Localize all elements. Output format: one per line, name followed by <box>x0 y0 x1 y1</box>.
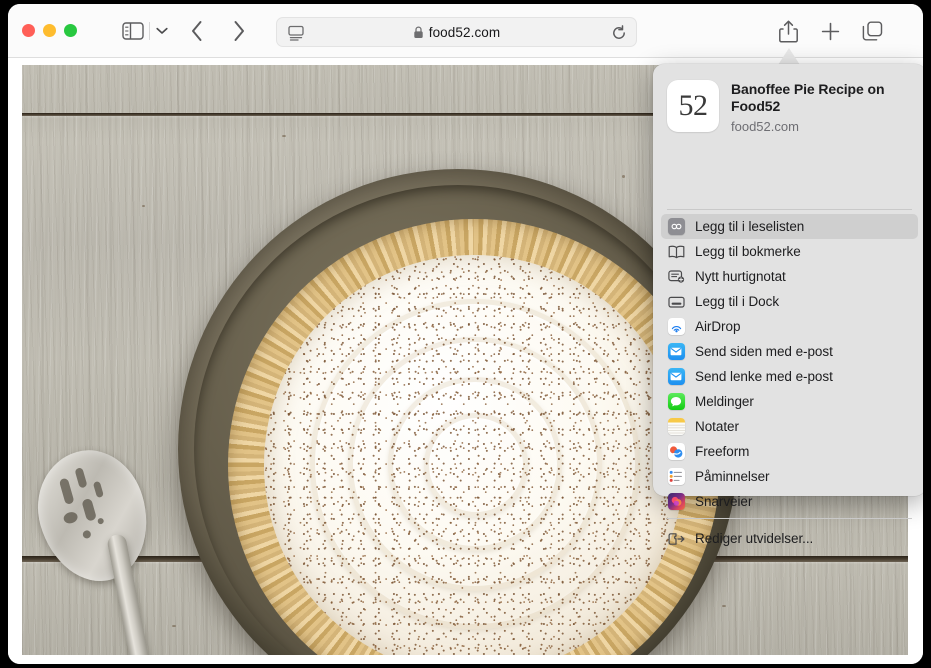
popover-separator-bottom <box>667 518 912 519</box>
lock-icon <box>414 25 423 38</box>
plus-icon <box>821 22 839 40</box>
window-traffic-lights <box>22 24 77 37</box>
share-menu-item-label: AirDrop <box>695 319 741 334</box>
share-popover-header: 52 Banoffee Pie Recipe on Food52 food52.… <box>653 64 923 148</box>
mail-icon <box>667 343 685 361</box>
share-menu-item-freeform[interactable]: Freeform <box>661 439 918 464</box>
tab-overview-button[interactable] <box>856 16 888 46</box>
forward-button[interactable] <box>224 17 254 45</box>
site-favicon: 52 <box>667 80 719 132</box>
share-menu-item-label: Send siden med e-post <box>695 344 833 359</box>
share-menu-footer: Rediger utvidelser... <box>653 526 923 551</box>
share-menu-item-reminders[interactable]: Påminnelser <box>661 464 918 489</box>
share-menu-item-label: Legg til i leselisten <box>695 219 805 234</box>
address-bar-content: food52.com <box>277 18 636 46</box>
reminders-icon <box>667 468 685 486</box>
new-tab-button[interactable] <box>814 16 846 46</box>
add-to-dock-icon <box>667 293 685 311</box>
chevron-down-icon <box>156 27 168 34</box>
share-menu-item-quick-note[interactable]: Nytt hurtignotat <box>661 264 918 289</box>
quick-note-icon <box>667 268 685 286</box>
share-popover: 52 Banoffee Pie Recipe on Food52 food52.… <box>653 64 923 546</box>
chevron-right-icon <box>234 21 244 41</box>
share-menu-item-add-to-dock[interactable]: Legg til i Dock <box>661 289 918 314</box>
share-menu-item-label: Legg til bokmerke <box>695 244 801 259</box>
zoom-window-button[interactable] <box>64 24 77 37</box>
back-button[interactable] <box>182 17 212 45</box>
shortcuts-icon <box>667 493 685 511</box>
mail-icon <box>667 368 685 386</box>
share-menu-item-label: Legg til i Dock <box>695 294 780 309</box>
toolbar-divider <box>149 22 150 40</box>
share-menu-item-shortcuts[interactable]: Snarveier <box>661 489 918 514</box>
reload-button[interactable] <box>611 25 627 41</box>
sidebar-toggle-button[interactable] <box>116 18 150 44</box>
share-menu-item-reading-list[interactable]: Legg til i leselisten <box>661 214 918 239</box>
freeform-icon <box>667 443 685 461</box>
extensions-icon <box>667 530 685 548</box>
screenshot-stage: food52.com 52 Banoffee Pie Recipe on Foo… <box>0 0 931 668</box>
share-menu-item-email-page[interactable]: Send siden med e-post <box>661 339 918 364</box>
share-menu-item-label: Nytt hurtignotat <box>695 269 786 284</box>
sidebar-options-button[interactable] <box>152 18 172 44</box>
share-button[interactable] <box>772 16 804 46</box>
share-menu-item-notes[interactable]: Notater <box>661 414 918 439</box>
share-menu-item-bookmark[interactable]: Legg til bokmerke <box>661 239 918 264</box>
share-menu-item-messages[interactable]: Meldinger <box>661 389 918 414</box>
share-page-domain: food52.com <box>731 119 799 134</box>
reading-list-icon <box>667 218 685 236</box>
messages-icon <box>667 393 685 411</box>
pie-crust <box>228 219 720 655</box>
share-menu-item-label: Påminnelser <box>695 469 770 484</box>
share-menu-item-label: Meldinger <box>695 394 754 409</box>
share-menu-item-label: Send lenke med e-post <box>695 369 833 384</box>
share-menu-item-airdrop[interactable]: AirDrop <box>661 314 918 339</box>
reload-icon <box>613 25 625 39</box>
share-icon <box>778 20 798 42</box>
minimize-window-button[interactable] <box>43 24 56 37</box>
share-menu-item-label: Snarveier <box>695 494 753 509</box>
chevron-left-icon <box>192 21 202 41</box>
address-bar[interactable]: food52.com <box>276 17 637 47</box>
pie-dish-rim <box>194 185 722 655</box>
share-menu-item-label: Rediger utvidelser... <box>695 531 814 546</box>
grated-chocolate-topping <box>264 255 684 655</box>
share-popover-arrow <box>778 48 800 65</box>
share-menu-item-edit-extensions[interactable]: Rediger utvidelser... <box>661 526 918 551</box>
share-popover-titles: Banoffee Pie Recipe on Food52 food52.com <box>731 80 912 148</box>
bookmark-book-icon <box>667 243 685 261</box>
share-menu-item-label: Freeform <box>695 444 750 459</box>
share-menu-item-label: Notater <box>695 419 739 434</box>
popover-separator-top <box>667 209 912 210</box>
airdrop-icon <box>667 318 685 336</box>
url-text: food52.com <box>428 24 501 40</box>
share-menu-item-email-link[interactable]: Send lenke med e-post <box>661 364 918 389</box>
tab-overview-icon <box>862 20 882 41</box>
safari-browser-window: food52.com 52 Banoffee Pie Recipe on Foo… <box>8 4 923 664</box>
notes-icon <box>667 418 685 436</box>
close-window-button[interactable] <box>22 24 35 37</box>
share-page-title: Banoffee Pie Recipe on Food52 <box>731 81 885 114</box>
share-menu-list: Legg til i leselisten Legg til bokmerke <box>653 214 923 514</box>
sidebar-icon <box>122 22 144 40</box>
